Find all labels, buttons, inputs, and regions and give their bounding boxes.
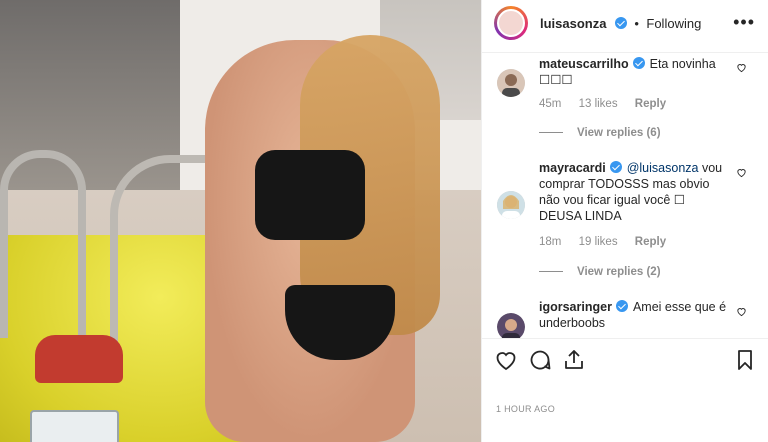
commenter-avatar[interactable] <box>497 313 525 338</box>
post-timestamp[interactable]: 1 HOUR AGO <box>496 404 555 414</box>
heart-icon[interactable] <box>736 62 747 73</box>
verified-badge-icon <box>614 17 627 29</box>
view-replies-button[interactable]: View replies (2) <box>539 266 661 278</box>
reply-button[interactable]: Reply <box>635 98 666 110</box>
post-actions-bar <box>482 338 768 381</box>
tail-lamp <box>35 335 123 383</box>
commenter-avatar[interactable] <box>497 69 525 97</box>
header-separator: • <box>634 16 639 31</box>
avatar-image <box>497 191 525 219</box>
view-replies-label: View replies (2) <box>577 266 661 278</box>
verified-badge-icon <box>615 300 628 312</box>
bikini-top <box>255 150 365 240</box>
author-username[interactable]: luisasonza <box>540 16 606 31</box>
heart-icon[interactable] <box>736 306 747 317</box>
view-replies-button[interactable]: View replies (6) <box>539 127 661 139</box>
comment-mention-link[interactable]: @luisasonza <box>627 161 699 175</box>
roll-bar-left <box>0 150 86 338</box>
bookmark-icon[interactable] <box>733 348 757 372</box>
post-header: luisasonza • Following ••• <box>482 0 768 53</box>
author-avatar[interactable] <box>494 6 528 40</box>
more-options-icon[interactable]: ••• <box>733 12 755 33</box>
post-photo[interactable] <box>0 0 481 442</box>
avatar-image <box>497 313 525 338</box>
license-plate <box>30 410 119 442</box>
heart-icon[interactable] <box>736 167 747 178</box>
comment-likes[interactable]: 13 likes <box>579 98 618 110</box>
verified-badge-icon <box>609 161 622 173</box>
commenter-avatar[interactable] <box>497 191 525 219</box>
comment-likes[interactable]: 19 likes <box>579 236 618 248</box>
comment-time[interactable]: 18m <box>539 236 561 248</box>
reply-button[interactable]: Reply <box>635 236 666 248</box>
post-side-panel: luisasonza • Following ••• mateuscarrilh… <box>481 0 768 442</box>
avatar-image <box>497 69 525 97</box>
view-replies-label: View replies (6) <box>577 127 661 139</box>
follow-status-button[interactable]: Following <box>646 16 701 31</box>
commenter-username[interactable]: mateuscarrilho <box>539 57 629 71</box>
share-icon[interactable] <box>562 348 586 372</box>
replies-line <box>539 271 563 273</box>
like-heart-icon[interactable] <box>494 348 518 372</box>
comment-time[interactable]: 45m <box>539 98 561 110</box>
replies-line <box>539 132 563 134</box>
verified-badge-icon <box>632 57 645 69</box>
comments-list: mateuscarrilho Eta novinha ☐☐☐ 45m 13 lik… <box>482 53 768 338</box>
comment-icon[interactable] <box>528 348 552 372</box>
commenter-username[interactable]: mayracardi <box>539 161 606 175</box>
commenter-username[interactable]: igorsaringer <box>539 300 612 314</box>
